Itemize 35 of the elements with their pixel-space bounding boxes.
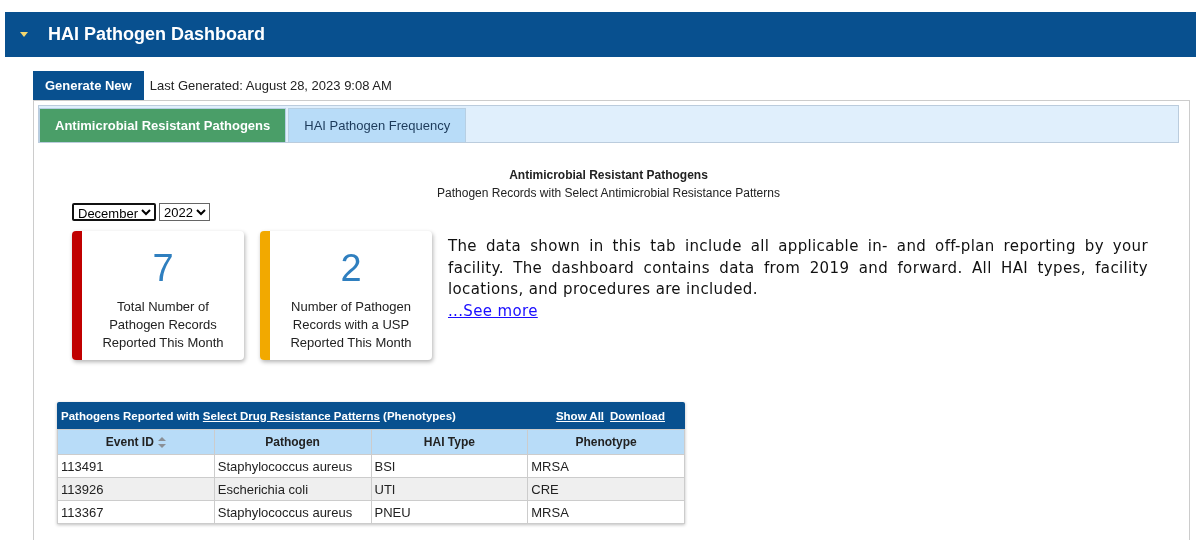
table-action-link[interactable]: Download [610,409,665,422]
column-header[interactable]: Pathogen [214,429,371,455]
table-cell: BSI [371,454,528,478]
column-header[interactable]: Phenotype [527,429,685,455]
table-cell: Staphylococcus aureus [214,454,371,478]
column-header[interactable]: HAI Type [371,429,528,455]
table-cell: Staphylococcus aureus [214,500,371,524]
table-cell: MRSA [527,500,685,524]
table-cell: MRSA [527,454,685,478]
description-text: The data shown in this tab include all applicable in- and off-plan reporting by your facility. The dashboard contains data from 2019 and forward. All HAI types, facility locations, and procedures are included. [448,236,1148,300]
stat-label: Number of Pathogen Records with a USP Reported This Month [289,298,413,352]
table-cell: CRE [527,477,685,501]
see-more-link[interactable]: ...See more [448,301,538,320]
tab[interactable]: HAI Pathogen Frequency [288,108,467,142]
drug-resistance-link[interactable]: Select Drug Resistance Patterns [202,409,380,422]
stat-value: 7 [151,247,175,290]
table-cell: Escherichia coli [214,477,371,501]
table-title: Pathogens Reported with Select Drug Resistance Patterns (Phenotypes) [61,409,456,422]
column-header[interactable]: Event ID [57,429,215,455]
last-generated-text: Last Generated: August 28, 2023 9:08 AM [149,78,392,93]
stat-label: Total Number of Pathogen Records Reported This Month [101,298,225,352]
table-cell: 113491 [57,454,215,478]
dashboard-title: HAI Pathogen Dashboard [48,24,266,45]
table-cell: 113926 [57,477,215,501]
stat-value: 2 [339,247,363,290]
table-cell: UTI [371,477,528,501]
table-action-link[interactable]: Show All [555,409,605,422]
report-title: Antimicrobial Resistant Pathogens [508,168,709,182]
caret-icon[interactable] [20,31,28,38]
year-select[interactable]: 2022 [159,203,210,221]
table-cell: 113367 [57,500,215,524]
month-select[interactable]: December [72,203,156,221]
report-subtitle: Pathogen Records with Select Antimicrobial Resistance Patterns [436,186,781,200]
table-cell: PNEU [371,500,528,524]
generate-new-button[interactable]: Generate New [33,71,144,100]
